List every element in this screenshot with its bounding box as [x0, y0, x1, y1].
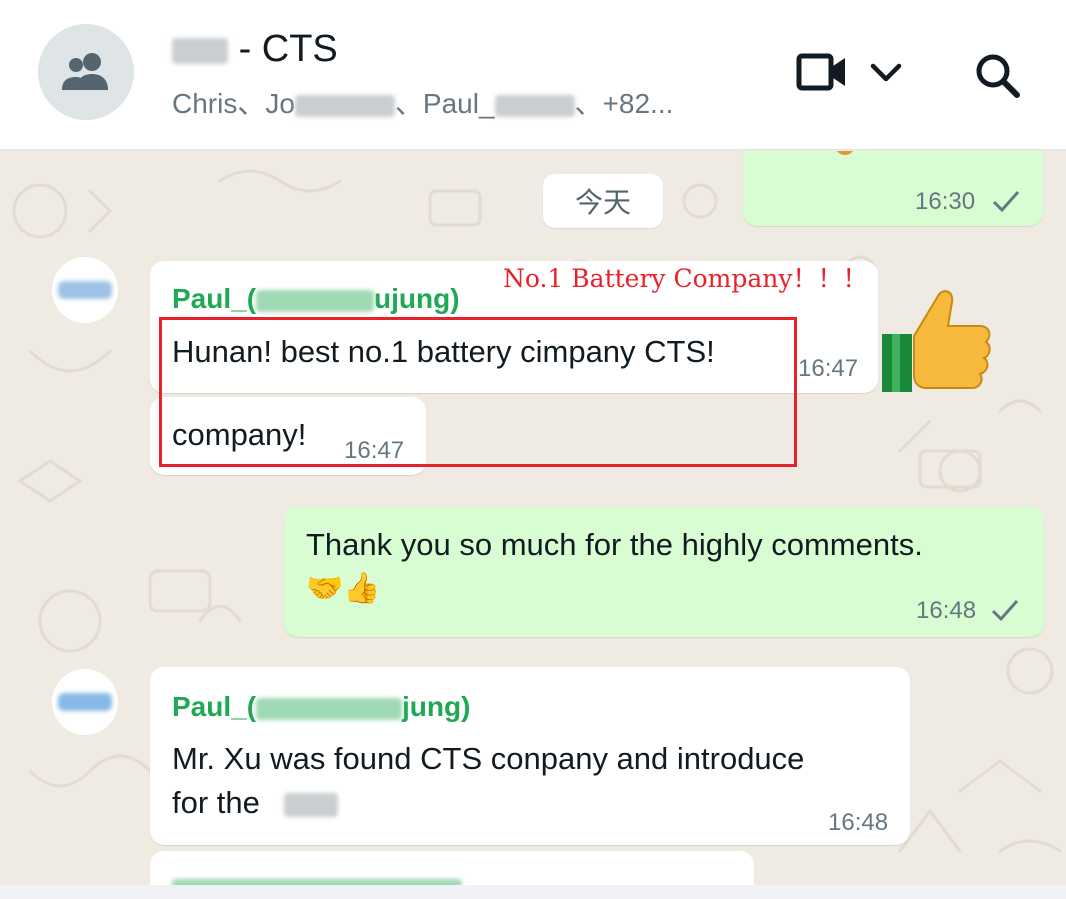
composer-bar[interactable] — [0, 885, 1066, 899]
redacted-avatar — [58, 693, 112, 711]
redacted-name — [256, 697, 403, 720]
member-more: 、+82... — [574, 88, 674, 119]
single-check-icon — [992, 191, 1020, 213]
cut-off-emoji — [823, 151, 963, 155]
message-incoming[interactable] — [150, 851, 754, 885]
sender-name-prefix: Paul_( — [172, 283, 257, 314]
member-chris-jo: Chris、Jo — [172, 88, 295, 119]
sender-name[interactable]: Paul_( jung) — [172, 691, 470, 723]
message-emoji: 🤝👍 — [306, 571, 381, 606]
sender-name[interactable]: Paul_( ujung) — [172, 283, 460, 315]
video-call-icon[interactable] — [796, 53, 848, 91]
chevron-down-icon[interactable] — [870, 63, 902, 83]
message-outgoing[interactable]: 16:30 — [743, 151, 1043, 226]
sender-avatar[interactable] — [52, 257, 118, 323]
sender-name-prefix: Paul_( — [172, 691, 257, 722]
message-outgoing[interactable]: Thank you so much for the highly comment… — [284, 507, 1044, 637]
chat-title-text: - CTS — [238, 28, 338, 70]
message-text-line-1: Mr. Xu was found CTS conpany and introdu… — [172, 741, 805, 776]
chat-header: - CTS Chris、Jo 、Paul_ 、+82... — [0, 0, 1066, 150]
redacted-name — [172, 37, 228, 64]
redacted-name — [294, 94, 395, 117]
message-incoming[interactable]: Paul_( jung) Mr. Xu was found CTS conpany… — [150, 667, 910, 845]
group-icon — [62, 53, 108, 90]
message-time: 16:30 — [915, 188, 976, 215]
redacted-name — [494, 94, 575, 117]
message-time: 16:48 — [916, 597, 977, 624]
sender-avatar[interactable] — [52, 669, 118, 735]
annotation-text: No.1 Battery Company！！！ — [503, 264, 868, 293]
redacted-avatar — [58, 281, 112, 299]
group-avatar[interactable] — [38, 24, 134, 120]
redacted-name — [256, 289, 375, 312]
message-text: Thank you so much for the highly comment… — [306, 527, 923, 562]
sender-name-suffix: jung) — [402, 691, 471, 722]
date-chip: 今天 — [543, 174, 663, 228]
message-time: 16:47 — [798, 355, 859, 382]
sender-name-suffix: ujung) — [374, 283, 460, 314]
single-check-icon — [991, 600, 1019, 622]
message-time: 16:48 — [828, 809, 889, 836]
emoji-fragment-icon — [837, 151, 853, 155]
chat-area[interactable]: 16:30 今天 Paul_(ujung) Hunan! best no.1 b… — [0, 151, 1066, 885]
redacted-text — [284, 793, 338, 817]
member-paul: 、Paul_ — [394, 88, 495, 119]
message-text-line-2: for the — [172, 785, 260, 820]
chat-title[interactable]: - CTS — [172, 28, 338, 71]
chat-members[interactable]: Chris、Jo 、Paul_ 、+82... — [172, 82, 673, 122]
thumbs-up-icon — [882, 290, 991, 392]
search-icon[interactable] — [974, 52, 1022, 100]
annotation-box — [159, 317, 797, 467]
